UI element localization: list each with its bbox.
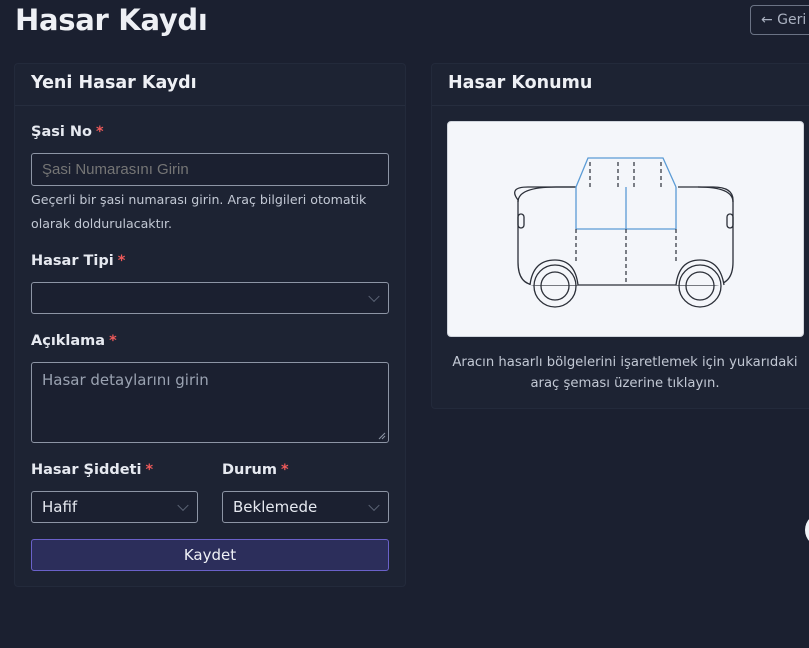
required-mark: * (109, 333, 117, 349)
chassis-input[interactable] (31, 153, 389, 186)
damage-type-label: Hasar Tipi * (31, 253, 125, 269)
required-mark: * (95, 124, 104, 140)
page-title: Hasar Kaydı (15, 3, 208, 37)
status-label-text: Durum (222, 462, 277, 478)
save-button[interactable]: Kaydet (31, 539, 389, 571)
status-value: Beklemede (233, 498, 318, 516)
floating-action-button[interactable] (805, 513, 809, 547)
description-label: Açıklama * (31, 333, 117, 349)
required-mark: * (117, 253, 126, 269)
chevron-down-icon (368, 290, 380, 303)
description-textarea[interactable]: Hasar detaylarını girin (31, 362, 389, 443)
severity-label: Hasar Şiddeti * (31, 462, 153, 478)
description-placeholder: Hasar detaylarını girin (42, 371, 209, 389)
status-label: Durum * (222, 462, 289, 478)
severity-label-text: Hasar Şiddeti (31, 462, 142, 478)
chassis-label-text: Şasi No (31, 124, 92, 140)
location-card-title: Hasar Konumu (432, 64, 809, 106)
resize-handle-icon[interactable] (378, 432, 386, 440)
car-side-diagram-icon[interactable] (448, 122, 803, 336)
damage-type-label-text: Hasar Tipi (31, 253, 114, 269)
chevron-down-icon (177, 499, 189, 512)
description-label-text: Açıklama (31, 333, 106, 349)
back-button[interactable]: ← Geri (750, 5, 809, 35)
chevron-down-icon (368, 499, 380, 512)
form-card-title: Yeni Hasar Kaydı (15, 64, 405, 106)
damage-type-select[interactable] (31, 282, 389, 314)
car-diagram[interactable] (447, 121, 804, 337)
severity-select[interactable]: Hafif (31, 491, 198, 523)
chassis-label: Şasi No * (31, 124, 104, 140)
diagram-help-text: Aracın hasarlı bölgelerini işaretlemek i… (452, 355, 798, 391)
required-mark: * (280, 462, 289, 478)
status-select[interactable]: Beklemede (222, 491, 389, 523)
chassis-help-text: Geçerli bir şasi numarası girin. Araç bi… (31, 192, 367, 231)
required-mark: * (145, 462, 154, 478)
severity-value: Hafif (42, 498, 78, 516)
